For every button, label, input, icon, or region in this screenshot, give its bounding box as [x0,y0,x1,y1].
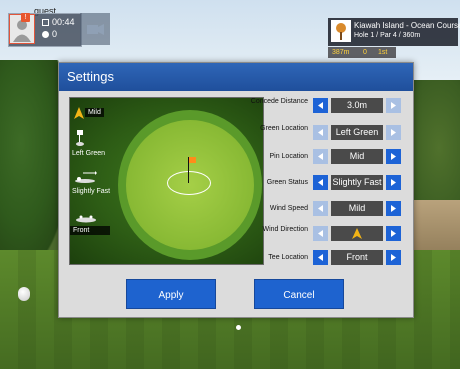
concede-distance-increase-button[interactable] [386,98,401,113]
arrow-right-icon [391,254,396,261]
pin-label: Left Green [72,150,106,157]
pin-location-label: Pin Location [269,153,308,160]
arrow-left-icon [318,205,323,212]
apply-button[interactable]: Apply [126,279,216,309]
arrow-right-icon [391,179,396,186]
green-status-label: Green Status [266,179,308,186]
camera-icon [87,24,104,35]
tee-location-decrease-button[interactable] [313,250,328,265]
wind-direction-decrease-button[interactable] [313,226,328,241]
hole-info: Hole 1 / Par 4 / 360m [354,32,421,39]
arrow-left-icon [318,102,323,109]
dialog-title: Settings [67,69,114,84]
wind-speed-label: Wind Speed [269,205,308,212]
green-location-decrease-button[interactable] [313,125,328,140]
wind-label: Mild [85,108,104,117]
course-name: Kiawah Island - Ocean Course [354,21,460,30]
arrow-right-icon [391,129,396,136]
timer-icon [42,19,49,26]
speed-label: Slightly Fast [72,188,111,195]
green-location-label: Green Location [260,125,308,132]
arrow-left-icon [318,254,323,261]
elapsed-time: 00:44 [42,17,75,27]
shot-count: 0 [42,29,57,39]
stat-strokes: 0 [363,49,367,56]
settings-dialog: Settings Mild Left Green Slightly Fast F… [58,62,414,318]
arrow-right-icon [391,102,396,109]
tee-label: Front [70,226,110,235]
arrow-left-icon [318,129,323,136]
wind-speed-decrease-button[interactable] [313,201,328,216]
wind-direction-arrow-icon [352,228,362,239]
pin-location-value: Mid [331,149,383,164]
arrow-right-icon [391,153,396,160]
player-badge: ! [21,13,30,22]
concede-ring [167,171,211,195]
ball-icon [18,287,30,301]
arrow-right-icon [391,230,396,237]
pin-location-decrease-button[interactable] [313,149,328,164]
dialog-header: Settings [59,63,413,91]
stat-rank: 1st [378,49,388,56]
arrow-left-icon [318,230,323,237]
wind-speed-value: Mild [331,201,383,216]
wind-speed-increase-button[interactable] [386,201,401,216]
concede-distance-label: Concede Distance [250,98,308,105]
ball-count-icon [42,31,49,38]
green-location-value: Left Green [331,125,383,140]
green-speed-icon [75,171,97,183]
pin-location-increase-button[interactable] [386,149,401,164]
tee-location-increase-button[interactable] [386,250,401,265]
camera-button[interactable] [80,13,110,45]
tee-location-label: Tee Location [268,254,308,261]
wind-arrow-icon [74,107,84,119]
pin-icon [76,130,84,146]
green-status-value: Slightly Fast [331,175,383,190]
wind-direction-label: Wind Direction [262,226,308,233]
wind-direction-value [331,226,383,241]
arrow-left-icon [318,153,323,160]
wind-direction-increase-button[interactable] [386,226,401,241]
hole-stats: 387m 0 1st [328,47,396,58]
arrow-left-icon [318,179,323,186]
tee-location-value: Front [331,250,383,265]
concede-distance-decrease-button[interactable] [313,98,328,113]
ball-marker [236,325,241,330]
green-location-increase-button[interactable] [386,125,401,140]
green-status-increase-button[interactable] [386,175,401,190]
stat-distance: 387m [332,49,350,56]
course-logo-icon [331,20,351,42]
green-status-decrease-button[interactable] [313,175,328,190]
arrow-right-icon [391,205,396,212]
concede-distance-value: 3.0m [331,98,383,113]
cancel-button[interactable]: Cancel [254,279,344,309]
flag-icon [189,157,196,163]
tee-icon [76,215,96,223]
